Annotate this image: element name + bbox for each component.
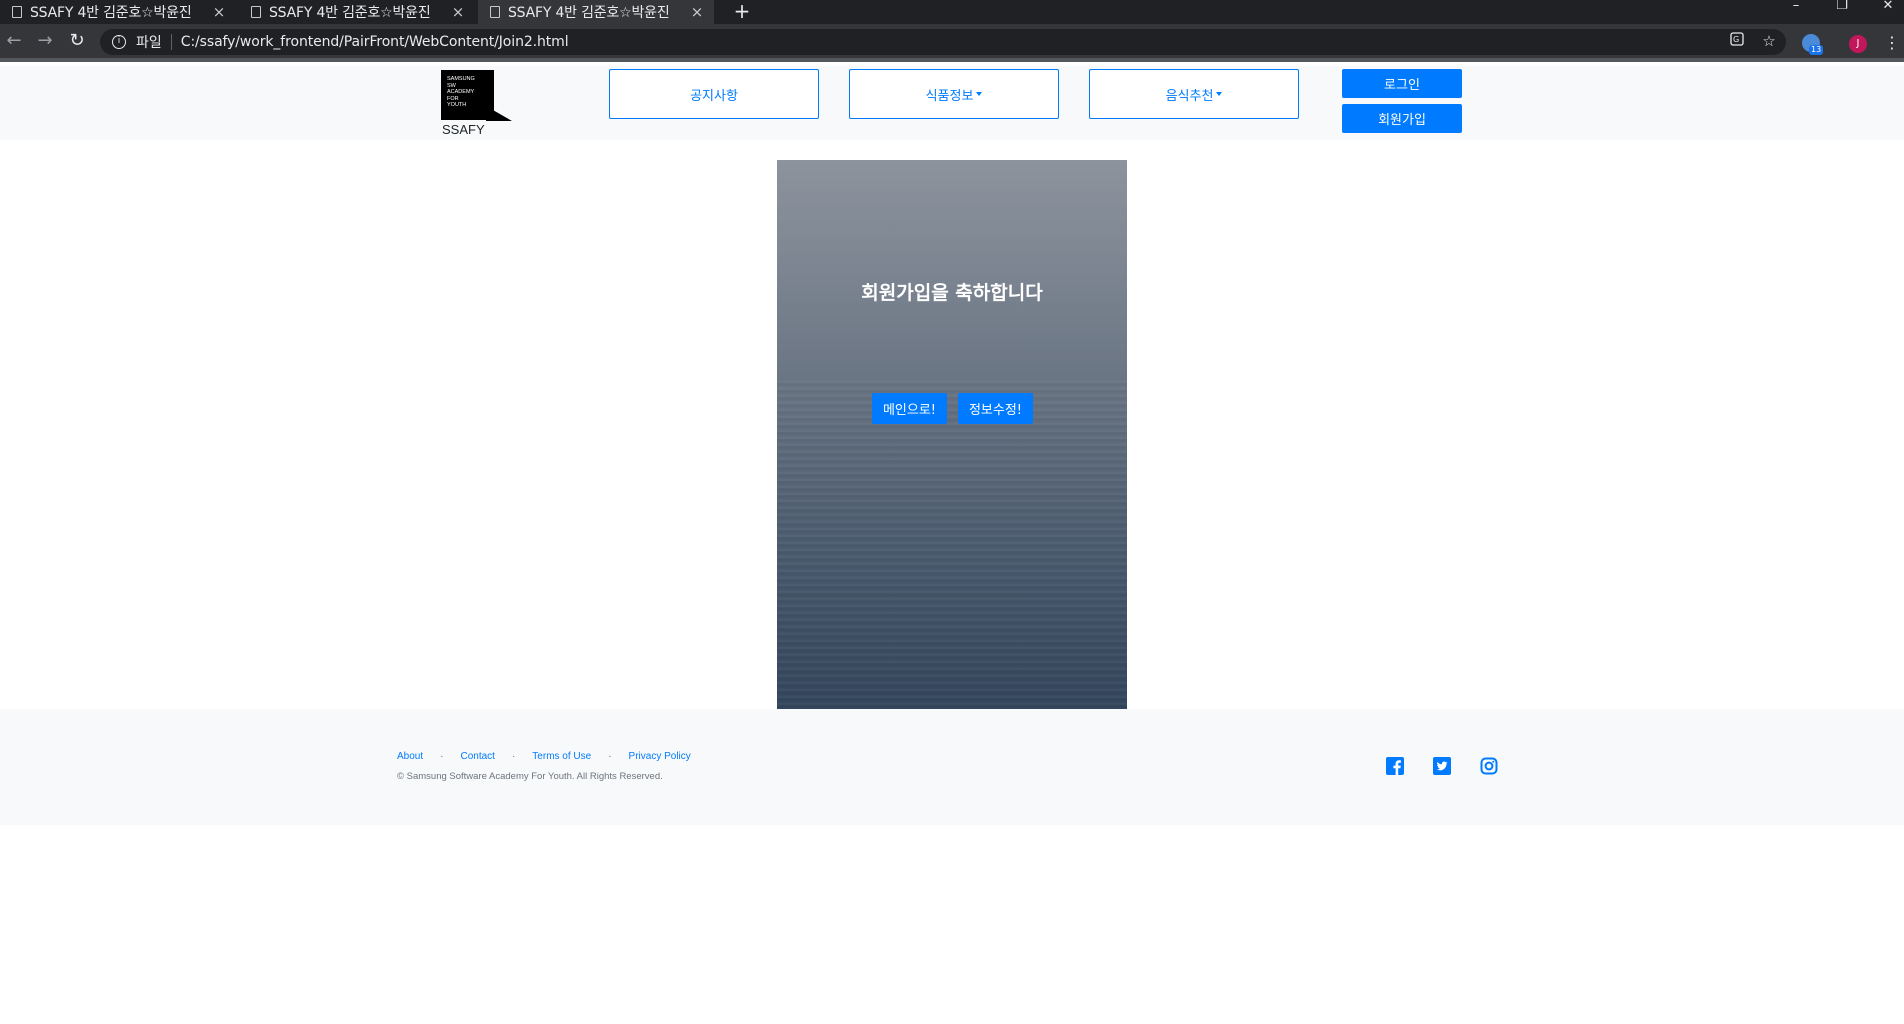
site-footer bbox=[0, 709, 1904, 825]
footer-links: About · Contact · Terms of Use · Privacy… bbox=[397, 751, 691, 762]
login-button[interactable]: 로그인 bbox=[1342, 69, 1462, 98]
profile-avatar[interactable]: J bbox=[1849, 35, 1867, 53]
tab-title: SSAFY 4반 김준호☆박윤진 bbox=[30, 5, 192, 21]
document-icon bbox=[490, 6, 500, 18]
url-text[interactable]: C:/ssafy/work_frontend/PairFront/WebCont… bbox=[181, 34, 569, 50]
footer-link-about[interactable]: About bbox=[397, 751, 423, 762]
sea-texture bbox=[777, 380, 1127, 709]
tab-close-icon[interactable]: × bbox=[688, 3, 706, 21]
hero-panel: 회원가입을 축하합니다 메인으로! 정보수정! bbox=[777, 160, 1127, 709]
reload-button[interactable]: ↻ bbox=[67, 32, 87, 52]
edit-info-button[interactable]: 정보수정! bbox=[958, 393, 1033, 424]
browser-tab[interactable]: SSAFY 4반 김준호☆박윤진 × bbox=[0, 0, 236, 24]
logo-tail bbox=[486, 106, 512, 121]
hero-title: 회원가입을 축하합니다 bbox=[861, 282, 1043, 304]
nav-recommend-label: 음식추천 bbox=[1165, 88, 1214, 104]
footer-link-terms[interactable]: Terms of Use bbox=[532, 751, 591, 762]
window-close-button[interactable]: ✕ bbox=[1868, 0, 1904, 16]
footer-link-privacy[interactable]: Privacy Policy bbox=[629, 751, 691, 762]
scheme-label: 파일 bbox=[136, 35, 162, 51]
document-icon bbox=[12, 6, 22, 18]
translate-icon[interactable]: G bbox=[1726, 30, 1748, 52]
svg-text:G: G bbox=[1733, 35, 1739, 44]
tab-title: SSAFY 4반 김준호☆박윤진 bbox=[508, 5, 670, 21]
tab-title: SSAFY 4반 김준호☆박윤진 bbox=[269, 5, 431, 21]
go-main-button[interactable]: 메인으로! bbox=[872, 393, 947, 424]
tab-close-icon[interactable]: × bbox=[449, 3, 467, 21]
footer-separator: · bbox=[608, 751, 612, 762]
document-icon bbox=[251, 6, 261, 18]
footer-separator: · bbox=[511, 751, 516, 762]
logo-line: YOUTH bbox=[447, 102, 467, 108]
nav-food-info-label: 식품정보 bbox=[925, 88, 974, 104]
logo-caption: SSAFY bbox=[442, 122, 485, 137]
new-tab-button[interactable]: + bbox=[730, 0, 754, 24]
minimize-button[interactable]: – bbox=[1776, 0, 1816, 16]
caret-down-icon bbox=[1216, 92, 1223, 96]
forward-button[interactable]: → bbox=[35, 32, 55, 52]
browser-menu-icon[interactable]: ⋮ bbox=[1884, 34, 1900, 52]
footer-link-contact[interactable]: Contact bbox=[460, 751, 494, 762]
info-icon[interactable]: i bbox=[112, 35, 126, 49]
back-button[interactable]: ← bbox=[4, 32, 24, 52]
copyright-text: © Samsung Software Academy For Youth. Al… bbox=[397, 771, 663, 782]
browser-tab-bar: SSAFY 4반 김준호☆박윤진 × SSAFY 4반 김준호☆박윤진 × SS… bbox=[0, 0, 1904, 24]
instagram-icon[interactable] bbox=[1480, 757, 1498, 775]
facebook-icon[interactable] bbox=[1386, 757, 1404, 775]
bookmark-star-icon[interactable]: ☆ bbox=[1758, 30, 1780, 52]
tab-close-icon[interactable]: × bbox=[210, 3, 228, 21]
nav-food-info[interactable]: 식품정보 bbox=[849, 69, 1059, 119]
browser-tab[interactable]: SSAFY 4반 김준호☆박윤진 × bbox=[239, 0, 475, 24]
restore-button[interactable]: ❐ bbox=[1822, 0, 1862, 16]
signup-button[interactable]: 회원가입 bbox=[1342, 104, 1462, 133]
caret-down-icon bbox=[976, 92, 983, 96]
logo-line: ACADEMY bbox=[447, 89, 475, 95]
logo-line: SAMSUNG bbox=[447, 76, 475, 82]
address-divider bbox=[170, 34, 172, 50]
nav-recommend[interactable]: 음식추천 bbox=[1089, 69, 1299, 119]
address-bar[interactable]: i 파일 C:/ssafy/work_frontend/PairFront/We… bbox=[100, 29, 1786, 55]
browser-tab-active[interactable]: SSAFY 4반 김준호☆박윤진 × bbox=[478, 0, 714, 24]
browser-toolbar: ← → ↻ i 파일 C:/ssafy/work_frontend/PairFr… bbox=[0, 24, 1904, 62]
nav-notice[interactable]: 공지사항 bbox=[609, 69, 819, 119]
nav-notice-label: 공지사항 bbox=[690, 88, 738, 104]
twitter-icon[interactable] bbox=[1433, 757, 1451, 775]
footer-separator: · bbox=[440, 751, 444, 762]
extension-badge: 13 bbox=[1809, 45, 1824, 55]
logo-text: SAMSUNG SW ACADEMY FOR YOUTH bbox=[447, 76, 475, 109]
